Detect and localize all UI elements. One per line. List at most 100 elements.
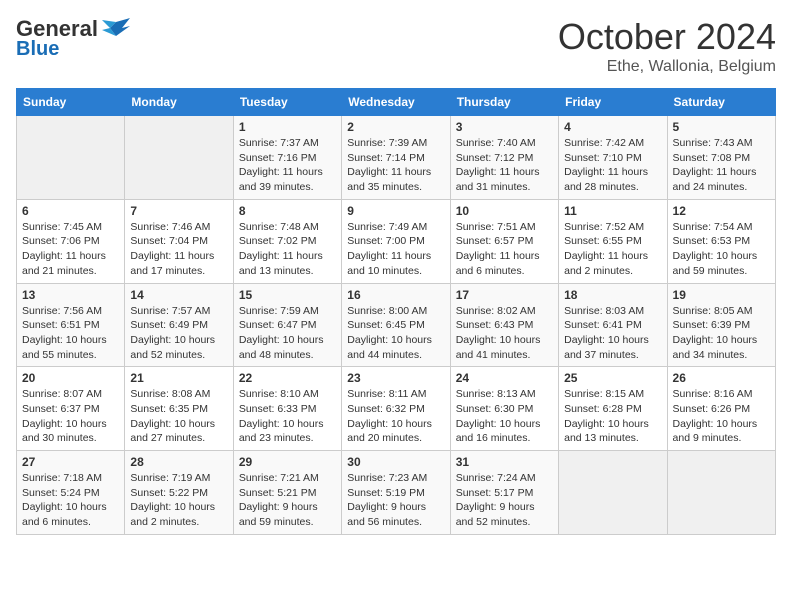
day-number: 16 bbox=[347, 288, 444, 302]
calendar-cell: 13 Sunrise: 7:56 AMSunset: 6:51 PMDayligh… bbox=[17, 283, 125, 367]
calendar-cell: 19 Sunrise: 8:05 AMSunset: 6:39 PMDayligh… bbox=[667, 283, 775, 367]
day-number: 11 bbox=[564, 204, 661, 218]
calendar-title: October 2024 bbox=[558, 16, 776, 58]
day-info: Sunrise: 8:07 AMSunset: 6:37 PMDaylight:… bbox=[22, 387, 119, 446]
day-info: Sunrise: 8:05 AMSunset: 6:39 PMDaylight:… bbox=[673, 304, 770, 363]
calendar-cell: 23Sunrise: 8:11 AMSunset: 6:32 PMDayligh… bbox=[342, 367, 450, 451]
calendar-location: Ethe, Wallonia, Belgium bbox=[558, 58, 776, 76]
calendar-week-row: 6 Sunrise: 7:45 AMSunset: 7:06 PMDaylight… bbox=[17, 199, 776, 283]
day-number: 29 bbox=[239, 455, 336, 469]
day-info: Sunrise: 8:15 AMSunset: 6:28 PMDaylight:… bbox=[564, 387, 661, 446]
calendar-cell: 12 Sunrise: 7:54 AMSunset: 6:53 PMDayligh… bbox=[667, 199, 775, 283]
column-header-sunday: Sunday bbox=[17, 89, 125, 116]
column-header-tuesday: Tuesday bbox=[233, 89, 341, 116]
day-info: Sunrise: 7:39 AMSunset: 7:14 PMDaylight:… bbox=[347, 136, 444, 195]
day-number: 18 bbox=[564, 288, 661, 302]
day-number: 27 bbox=[22, 455, 119, 469]
calendar-cell: 2 Sunrise: 7:39 AMSunset: 7:14 PMDaylight… bbox=[342, 116, 450, 200]
day-info: Sunrise: 8:00 AMSunset: 6:45 PMDaylight:… bbox=[347, 304, 444, 363]
calendar-cell: 4 Sunrise: 7:42 AMSunset: 7:10 PMDaylight… bbox=[559, 116, 667, 200]
column-header-friday: Friday bbox=[559, 89, 667, 116]
calendar-cell: 8Sunrise: 7:48 AMSunset: 7:02 PMDaylight… bbox=[233, 199, 341, 283]
calendar-week-row: 27 Sunrise: 7:18 AMSunset: 5:24 PMDayligh… bbox=[17, 451, 776, 535]
column-header-wednesday: Wednesday bbox=[342, 89, 450, 116]
calendar-cell: 15 Sunrise: 7:59 AMSunset: 6:47 PMDayligh… bbox=[233, 283, 341, 367]
day-info: Sunrise: 7:59 AMSunset: 6:47 PMDaylight:… bbox=[239, 304, 336, 363]
day-number: 1 bbox=[239, 120, 336, 134]
calendar-cell bbox=[125, 116, 233, 200]
day-info: Sunrise: 7:57 AMSunset: 6:49 PMDaylight:… bbox=[130, 304, 227, 363]
column-header-monday: Monday bbox=[125, 89, 233, 116]
calendar-cell: 25 Sunrise: 8:15 AMSunset: 6:28 PMDayligh… bbox=[559, 367, 667, 451]
day-number: 31 bbox=[456, 455, 553, 469]
calendar-cell: 21Sunrise: 8:08 AMSunset: 6:35 PMDayligh… bbox=[125, 367, 233, 451]
calendar-cell: 9Sunrise: 7:49 AMSunset: 7:00 PMDaylight… bbox=[342, 199, 450, 283]
day-info: Sunrise: 7:54 AMSunset: 6:53 PMDaylight:… bbox=[673, 220, 770, 279]
day-number: 5 bbox=[673, 120, 770, 134]
calendar-cell: 31 Sunrise: 7:24 AMSunset: 5:17 PMDayligh… bbox=[450, 451, 558, 535]
day-number: 6 bbox=[22, 204, 119, 218]
day-number: 14 bbox=[130, 288, 227, 302]
calendar-cell: 5 Sunrise: 7:43 AMSunset: 7:08 PMDaylight… bbox=[667, 116, 775, 200]
logo-bird-icon bbox=[102, 18, 130, 40]
day-info: Sunrise: 8:13 AMSunset: 6:30 PMDaylight:… bbox=[456, 387, 553, 446]
day-number: 4 bbox=[564, 120, 661, 134]
calendar-cell: 27 Sunrise: 7:18 AMSunset: 5:24 PMDayligh… bbox=[17, 451, 125, 535]
day-number: 15 bbox=[239, 288, 336, 302]
calendar-cell: 28 Sunrise: 7:19 AMSunset: 5:22 PMDayligh… bbox=[125, 451, 233, 535]
day-info: Sunrise: 7:43 AMSunset: 7:08 PMDaylight:… bbox=[673, 136, 770, 195]
calendar-cell: 24Sunrise: 8:13 AMSunset: 6:30 PMDayligh… bbox=[450, 367, 558, 451]
calendar-cell: 20 Sunrise: 8:07 AMSunset: 6:37 PMDayligh… bbox=[17, 367, 125, 451]
day-number: 10 bbox=[456, 204, 553, 218]
day-info: Sunrise: 7:52 AMSunset: 6:55 PMDaylight:… bbox=[564, 220, 661, 279]
day-number: 28 bbox=[130, 455, 227, 469]
day-info: Sunrise: 8:03 AMSunset: 6:41 PMDaylight:… bbox=[564, 304, 661, 363]
calendar-cell: 30 Sunrise: 7:23 AMSunset: 5:19 PMDayligh… bbox=[342, 451, 450, 535]
calendar-cell: 22Sunrise: 8:10 AMSunset: 6:33 PMDayligh… bbox=[233, 367, 341, 451]
day-info: Sunrise: 7:40 AMSunset: 7:12 PMDaylight:… bbox=[456, 136, 553, 195]
day-number: 21 bbox=[130, 371, 227, 385]
day-info: Sunrise: 8:02 AMSunset: 6:43 PMDaylight:… bbox=[456, 304, 553, 363]
day-number: 22 bbox=[239, 371, 336, 385]
calendar-cell: 10 Sunrise: 7:51 AMSunset: 6:57 PMDayligh… bbox=[450, 199, 558, 283]
calendar-cell: 29Sunrise: 7:21 AMSunset: 5:21 PMDayligh… bbox=[233, 451, 341, 535]
calendar-week-row: 1 Sunrise: 7:37 AMSunset: 7:16 PMDaylight… bbox=[17, 116, 776, 200]
day-number: 12 bbox=[673, 204, 770, 218]
day-info: Sunrise: 7:42 AMSunset: 7:10 PMDaylight:… bbox=[564, 136, 661, 195]
day-number: 19 bbox=[673, 288, 770, 302]
day-info: Sunrise: 7:45 AMSunset: 7:06 PMDaylight:… bbox=[22, 220, 119, 279]
day-info: Sunrise: 7:19 AMSunset: 5:22 PMDaylight:… bbox=[130, 471, 227, 530]
calendar-cell: 18 Sunrise: 8:03 AMSunset: 6:41 PMDayligh… bbox=[559, 283, 667, 367]
day-info: Sunrise: 7:23 AMSunset: 5:19 PMDaylight:… bbox=[347, 471, 444, 530]
day-info: Sunrise: 7:18 AMSunset: 5:24 PMDaylight:… bbox=[22, 471, 119, 530]
column-header-saturday: Saturday bbox=[667, 89, 775, 116]
logo: General Blue bbox=[16, 16, 130, 61]
day-info: Sunrise: 7:24 AMSunset: 5:17 PMDaylight:… bbox=[456, 471, 553, 530]
day-info: Sunrise: 7:48 AMSunset: 7:02 PMDaylight:… bbox=[239, 220, 336, 279]
calendar-cell: 17 Sunrise: 8:02 AMSunset: 6:43 PMDayligh… bbox=[450, 283, 558, 367]
day-number: 30 bbox=[347, 455, 444, 469]
calendar-cell: 11 Sunrise: 7:52 AMSunset: 6:55 PMDayligh… bbox=[559, 199, 667, 283]
day-info: Sunrise: 7:56 AMSunset: 6:51 PMDaylight:… bbox=[22, 304, 119, 363]
day-info: Sunrise: 7:51 AMSunset: 6:57 PMDaylight:… bbox=[456, 220, 553, 279]
day-info: Sunrise: 7:37 AMSunset: 7:16 PMDaylight:… bbox=[239, 136, 336, 195]
day-number: 9 bbox=[347, 204, 444, 218]
calendar-table: SundayMondayTuesdayWednesdayThursdayFrid… bbox=[16, 88, 776, 535]
calendar-week-row: 20 Sunrise: 8:07 AMSunset: 6:37 PMDayligh… bbox=[17, 367, 776, 451]
calendar-cell: 7 Sunrise: 7:46 AMSunset: 7:04 PMDaylight… bbox=[125, 199, 233, 283]
page-header: General Blue October 2024 Ethe, Wallonia… bbox=[16, 16, 776, 76]
day-number: 7 bbox=[130, 204, 227, 218]
day-number: 3 bbox=[456, 120, 553, 134]
calendar-cell: 14 Sunrise: 7:57 AMSunset: 6:49 PMDayligh… bbox=[125, 283, 233, 367]
title-block: October 2024 Ethe, Wallonia, Belgium bbox=[558, 16, 776, 76]
day-number: 2 bbox=[347, 120, 444, 134]
calendar-week-row: 13 Sunrise: 7:56 AMSunset: 6:51 PMDayligh… bbox=[17, 283, 776, 367]
day-number: 17 bbox=[456, 288, 553, 302]
calendar-cell bbox=[17, 116, 125, 200]
day-number: 13 bbox=[22, 288, 119, 302]
day-info: Sunrise: 7:46 AMSunset: 7:04 PMDaylight:… bbox=[130, 220, 227, 279]
calendar-header-row: SundayMondayTuesdayWednesdayThursdayFrid… bbox=[17, 89, 776, 116]
day-info: Sunrise: 8:11 AMSunset: 6:32 PMDaylight:… bbox=[347, 387, 444, 446]
day-number: 25 bbox=[564, 371, 661, 385]
day-number: 20 bbox=[22, 371, 119, 385]
